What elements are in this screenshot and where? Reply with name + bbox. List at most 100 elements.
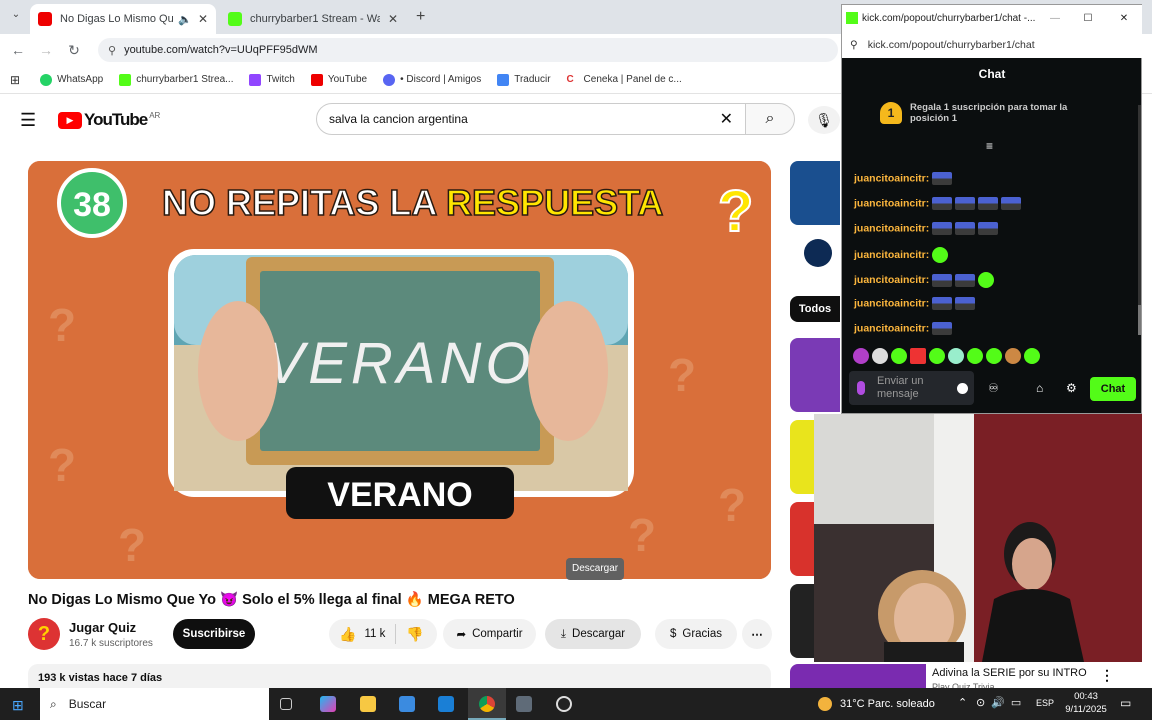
taskbar-search[interactable]: ⌕ Buscar — [40, 688, 269, 720]
chat-scrollbar[interactable] — [1138, 105, 1141, 335]
emote-picker-icon[interactable]: ♾ — [988, 381, 999, 395]
forward-icon[interactable]: → — [36, 40, 56, 60]
minimize-icon[interactable]: — — [1040, 13, 1070, 24]
chat-username[interactable]: juancitoaincitr: — [854, 197, 929, 209]
menu-icon[interactable]: ☰ — [20, 110, 36, 131]
emote-icon[interactable] — [872, 348, 888, 364]
sidebar-thumb[interactable] — [790, 338, 840, 412]
sidebar-ad-thumbnail[interactable] — [790, 161, 840, 225]
chat-message[interactable]: juancitoaincitr: — [854, 222, 999, 235]
emote-icon[interactable] — [853, 348, 869, 364]
chat-username[interactable]: juancitoaincitr: — [854, 249, 929, 261]
tray-chevron-icon[interactable]: ⌃ — [958, 696, 967, 709]
mic-icon[interactable] — [857, 381, 865, 395]
emote-icon[interactable] — [929, 348, 945, 364]
emote-icon[interactable] — [967, 348, 983, 364]
reload-icon[interactable]: ↻ — [64, 40, 84, 60]
sidebar-thumb[interactable] — [790, 420, 814, 494]
close-tab-icon[interactable]: ✕ — [382, 12, 398, 26]
emote-icon[interactable] — [948, 348, 964, 364]
sidebar-thumb[interactable] — [790, 664, 926, 688]
bookmark-kick[interactable]: churrybarber1 Strea... — [119, 73, 233, 86]
emoji-icon[interactable] — [957, 382, 968, 394]
share-button[interactable]: ➦ Compartir — [443, 619, 536, 649]
bookmark-youtube[interactable]: YouTube — [310, 73, 367, 86]
sidebar-more-icon[interactable]: ⋮ — [1100, 667, 1114, 684]
windows-start-icon[interactable]: ⊞ — [12, 697, 24, 714]
site-info-icon[interactable]: ⚲ — [108, 44, 116, 57]
chat-message[interactable]: juancitoaincitr: — [854, 297, 976, 310]
subscribe-button[interactable]: Suscribirse — [173, 619, 255, 649]
mail-icon[interactable] — [438, 696, 454, 712]
emote-icon[interactable] — [891, 348, 907, 364]
close-window-icon[interactable]: ✕ — [1106, 13, 1142, 24]
store-icon[interactable] — [399, 696, 415, 712]
speaker-icon[interactable]: 🔈 — [178, 13, 192, 26]
chat-message[interactable]: juancitoaincitr: — [854, 272, 995, 288]
chat-username[interactable]: juancitoaincitr: — [854, 172, 929, 184]
apps-icon[interactable]: ⊞ — [10, 73, 20, 87]
sidebar-thumb[interactable] — [790, 502, 814, 576]
chat-filter-icon[interactable]: ≡ — [986, 139, 993, 153]
language-indicator[interactable]: ESP — [1036, 698, 1054, 708]
file-explorer-icon[interactable] — [360, 696, 376, 712]
bookmark-translate[interactable]: Traducir — [497, 73, 551, 86]
emote-icon[interactable] — [1024, 348, 1040, 364]
send-chat-button[interactable]: Chat — [1090, 377, 1136, 401]
settings-gear-icon[interactable]: ⚙ — [1066, 381, 1077, 395]
clock[interactable]: 00:43 9/11/2025 — [1060, 690, 1112, 716]
chat-message-input[interactable]: Enviar un mensaje — [849, 371, 974, 405]
task-view-icon[interactable] — [280, 698, 292, 710]
emote-icon[interactable] — [1005, 348, 1021, 364]
chat-username[interactable]: juancitoaincitr: — [854, 297, 929, 309]
voice-search-icon[interactable]: 🎙 — [808, 106, 840, 134]
weather-widget[interactable]: 31°C Parc. soleado — [818, 697, 935, 711]
bookmark-discord[interactable]: • Discord | Amigos — [383, 73, 481, 86]
clear-search-icon[interactable]: ✕ — [720, 109, 733, 129]
channel-name[interactable]: Jugar Quiz — [69, 620, 136, 635]
like-count[interactable]: 11 k — [364, 628, 385, 640]
tab-kick[interactable]: churrybarber1 Stream - Watch ✕ — [220, 4, 406, 34]
chat-username[interactable]: juancitoaincitr: — [854, 274, 929, 286]
channel-avatar[interactable]: ? — [28, 618, 60, 650]
dislike-icon[interactable]: 👎 — [406, 626, 423, 643]
chat-message[interactable]: juancitoaincitr: — [854, 322, 953, 335]
video-player[interactable]: ?????? 38 NO REPITAS LA RESPUESTA ? VERA… — [28, 161, 771, 579]
tray-icons[interactable]: ⊙🔊▭ — [976, 696, 1027, 709]
close-tab-icon[interactable]: ✕ — [192, 12, 208, 26]
calculator-icon[interactable] — [516, 696, 532, 712]
youtube-logo[interactable]: ▶ YouTube AR — [58, 110, 160, 130]
chat-message[interactable]: juancitoaincitr: — [854, 197, 1022, 210]
bookmark-ceneka[interactable]: C Ceneka | Panel de c... — [566, 73, 682, 86]
emote-icon[interactable] — [986, 348, 1002, 364]
chrome-icon[interactable] — [468, 688, 506, 720]
download-button[interactable]: ⤓ Descargar — [545, 619, 641, 649]
like-icon[interactable]: 👍 — [339, 626, 356, 643]
address-bar[interactable]: ⚲ youtube.com/watch?v=UUqPFF95dWM — [98, 38, 838, 62]
emote-icon[interactable] — [910, 348, 926, 364]
chip-todos[interactable]: Todos — [790, 296, 840, 322]
sidebar-thumb[interactable] — [790, 584, 814, 658]
search-button[interactable]: ⌕ — [745, 103, 795, 135]
bookmark-twitch[interactable]: Twitch — [249, 73, 295, 86]
bookmark-whatsapp[interactable]: WhatsApp — [40, 73, 103, 86]
search-input[interactable]: salva la cancion argentina ✕ — [316, 103, 746, 135]
chat-username[interactable]: juancitoaincitr: — [854, 222, 929, 234]
sidebar-video-title[interactable]: Adivina la SERIE por su INTRO — [932, 667, 1092, 679]
chat-scroll-thumb[interactable] — [1138, 305, 1141, 335]
pinned-gift-banner[interactable]: 1 Regala 1 suscripción para tomar la pos… — [880, 102, 1100, 124]
copilot-icon[interactable] — [320, 696, 336, 712]
chat-message[interactable]: juancitoaincitr: — [854, 247, 949, 263]
chat-username[interactable]: juancitoaincitr: — [854, 322, 929, 334]
maximize-icon[interactable]: ☐ — [1070, 13, 1106, 24]
thanks-button[interactable]: $ Gracias — [655, 619, 737, 649]
popup-url-bar[interactable]: ⚲ kick.com/popout/churrybarber1/chat — [842, 31, 1142, 58]
new-tab-icon[interactable]: + — [416, 8, 425, 26]
back-icon[interactable]: ← — [8, 40, 28, 60]
tab-youtube[interactable]: No Digas Lo Mismo Que Yo 🔈 ✕ — [30, 4, 216, 34]
chat-message[interactable]: juancitoaincitr: — [854, 172, 953, 185]
tab-search-icon[interactable]: ⌄ — [8, 9, 24, 25]
notifications-icon[interactable]: ▭ — [1120, 696, 1131, 710]
store-icon[interactable]: ⌂ — [1036, 381, 1043, 395]
obs-icon[interactable] — [556, 696, 572, 712]
